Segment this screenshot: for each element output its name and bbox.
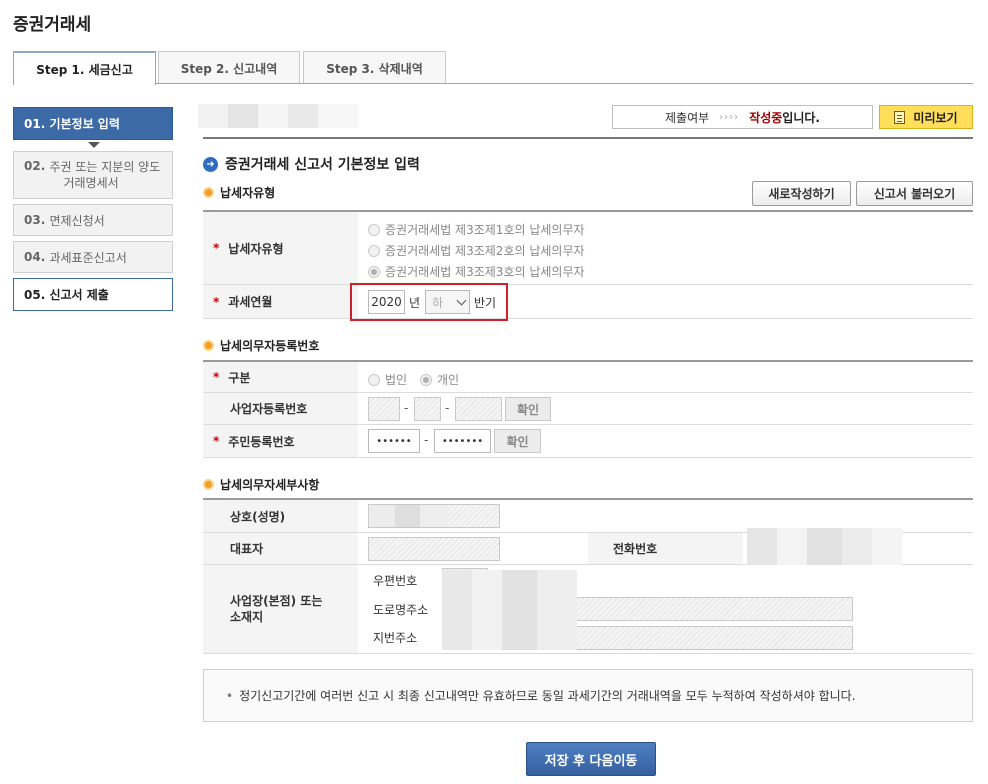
rrn-confirm-button[interactable]: 확인 xyxy=(494,429,541,453)
section-title-text: 납세자유형 xyxy=(220,186,276,200)
main-title: ➜ 증권거래세 신고서 기본정보 입력 xyxy=(203,154,420,174)
sidebar-item-num: 02. xyxy=(24,159,46,173)
new-write-button[interactable]: 새로작성하기 xyxy=(752,181,851,206)
status-label: 제출여부 xyxy=(665,110,710,125)
type-label: * 구분 xyxy=(203,362,358,392)
biz-no-label: 사업자등록번호 xyxy=(203,393,358,424)
taxpayer-type-label: * 납세자유형 xyxy=(203,212,358,284)
name-label: 상호(성명) xyxy=(203,500,358,532)
dash: - xyxy=(404,401,409,415)
redacted-user-info xyxy=(198,104,358,128)
rrn-label: * 주민등록번호 xyxy=(203,425,358,457)
radio-icon xyxy=(368,373,380,386)
radio-corporation[interactable]: 법인 xyxy=(368,371,407,388)
phone-label: 전화번호 xyxy=(588,533,743,564)
sidebar-item-num: 05. xyxy=(24,287,46,302)
notice-bullet: • xyxy=(226,688,234,703)
sidebar-item-num: 04. xyxy=(24,250,46,264)
active-indicator-arrow xyxy=(88,142,100,148)
radio-icon xyxy=(420,373,432,386)
sidebar-item-label-line2: 거래명세서 xyxy=(63,176,119,190)
address-label: 사업장(본점) 또는 소재지 xyxy=(203,565,358,653)
tab-step3[interactable]: Step 3. 삭제내역 xyxy=(303,51,446,84)
road-address-label: 도로명주소 xyxy=(373,603,429,617)
submission-status: 제출여부 ›››› 작성중 입니다. xyxy=(612,105,873,129)
header-rule xyxy=(203,137,973,139)
bullet-icon xyxy=(203,187,214,198)
zip-label: 우편번호 xyxy=(373,574,418,588)
document-icon xyxy=(894,110,906,124)
radio-individual[interactable]: 개인 xyxy=(420,371,459,388)
main-title-text: 증권거래세 신고서 기본정보 입력 xyxy=(225,157,420,173)
biz-no-part2 xyxy=(414,397,441,421)
preview-button[interactable]: 미리보기 xyxy=(879,105,973,129)
radio-icon xyxy=(368,265,380,278)
rrn-back-input[interactable]: ••••••• xyxy=(434,429,491,453)
representative-label: 대표자 xyxy=(203,533,358,564)
notice-box: • 정기신고기간에 여러번 신고 시 최종 신고내역만 유효하므로 동일 과세기… xyxy=(203,669,973,722)
sidebar-item-num: 01. xyxy=(24,116,46,131)
notice-text: 정기신고기간에 여러번 신고 시 최종 신고내역만 유효하므로 동일 과세기간의… xyxy=(239,689,856,703)
status-suffix: 입니다. xyxy=(782,110,820,125)
radio-icon xyxy=(368,223,380,236)
tax-period-label: * 과세연월 xyxy=(203,285,358,318)
rrn-front-input[interactable]: •••••• xyxy=(368,429,420,453)
representative-input xyxy=(368,537,500,561)
radio-option-2[interactable]: 증권거래세법 제3조제2호의 납세의무자 xyxy=(368,242,585,259)
tab-divider xyxy=(13,83,973,84)
sidebar-item-basic-info[interactable]: 01. 기본정보 입력 xyxy=(13,107,173,140)
sidebar-item-label: 기본정보 입력 xyxy=(49,117,120,131)
biz-no-confirm-button[interactable]: 확인 xyxy=(505,397,551,421)
sidebar-item-tax-base[interactable]: 04. 과세표준신고서 xyxy=(13,241,173,273)
page-title: 증권거래세 xyxy=(13,15,92,35)
sidebar-item-label: 신고서 제출 xyxy=(49,288,109,302)
redacted-phone xyxy=(747,528,902,565)
dash: - xyxy=(424,433,429,447)
bullet-icon xyxy=(203,479,214,490)
radio-icon xyxy=(368,244,380,257)
lot-address-label: 지번주소 xyxy=(373,631,418,645)
arrow-circle-icon: ➜ xyxy=(203,156,218,172)
tab-step1[interactable]: Step 1. 세금신고 xyxy=(13,51,156,85)
radio-option-3[interactable]: 증권거래세법 제3조제3호의 납세의무자 xyxy=(368,263,585,280)
tab-step2[interactable]: Step 2. 신고내역 xyxy=(158,51,300,84)
sidebar-item-transfer-statement[interactable]: 02. 주권 또는 지분의 양도거래명세서 xyxy=(13,151,173,199)
sidebar-item-submit[interactable]: 05. 신고서 제출 xyxy=(13,278,173,311)
sidebar-item-label: 과세표준신고서 xyxy=(49,250,127,265)
sidebar-item-exemption[interactable]: 03. 면제신청서 xyxy=(13,204,173,236)
sidebar-item-num: 03. xyxy=(24,213,46,227)
status-arrows: ›››› xyxy=(719,111,740,123)
redacted-address xyxy=(442,570,577,650)
biz-no-part3 xyxy=(455,397,502,421)
section-details-title: 납세의무자세부사항 xyxy=(203,476,319,493)
highlight-box xyxy=(350,283,508,321)
section-title-text: 납세의무자등록번호 xyxy=(220,339,320,353)
status-state: 작성중 xyxy=(749,110,783,125)
bullet-icon xyxy=(203,340,214,351)
sidebar-item-label: 주권 또는 지분의 양도 xyxy=(49,160,161,174)
biz-no-part1 xyxy=(368,397,400,421)
redacted-name xyxy=(370,505,448,527)
section-title-text: 납세의무자세부사항 xyxy=(220,478,320,492)
dash: - xyxy=(445,401,450,415)
section-taxpayer-type-title: 납세자유형 xyxy=(203,184,275,201)
section-registration-title: 납세의무자등록번호 xyxy=(203,337,319,354)
save-and-next-button[interactable]: 저장 후 다음이동 xyxy=(526,742,656,776)
preview-label: 미리보기 xyxy=(913,110,958,125)
sidebar-item-label: 면제신청서 xyxy=(49,213,105,228)
load-return-button[interactable]: 신고서 불러오기 xyxy=(856,181,973,206)
radio-option-1[interactable]: 증권거래세법 제3조제1호의 납세의무자 xyxy=(368,221,585,238)
